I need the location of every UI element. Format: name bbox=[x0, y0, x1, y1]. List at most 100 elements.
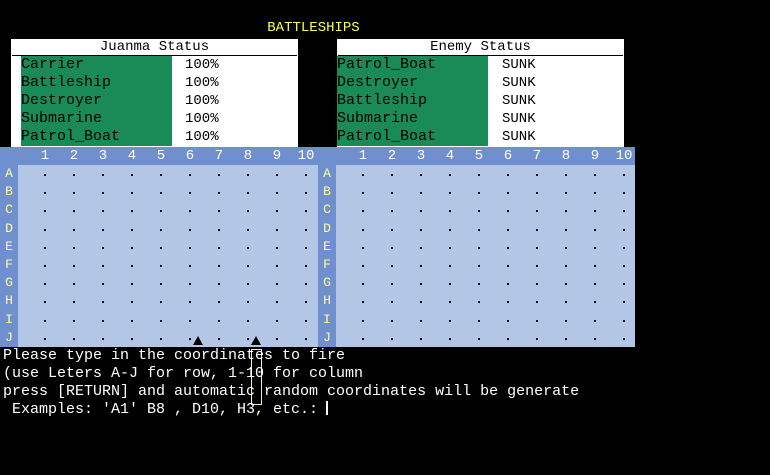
row-label: A bbox=[5, 166, 13, 181]
row-label: C bbox=[323, 202, 331, 218]
column-label: 8 bbox=[243, 148, 253, 164]
grid-cell-dot bbox=[362, 265, 364, 267]
grid-cell-dot bbox=[131, 246, 133, 249]
ship-name: Battleship bbox=[337, 92, 488, 110]
column-label: 7 bbox=[532, 148, 542, 164]
grid-cell-dot bbox=[276, 301, 278, 304]
grid-cell-dot bbox=[131, 301, 133, 304]
column-label: 10 bbox=[297, 148, 315, 164]
grid-cell-dot bbox=[594, 301, 596, 304]
grid-cell-dot bbox=[160, 210, 162, 213]
grid-cell-dot bbox=[73, 301, 75, 304]
row-label: H bbox=[5, 293, 13, 309]
player-ship-row: Patrol_Boat 100% bbox=[11, 128, 298, 146]
player-ship-row: Battleship 100% bbox=[11, 74, 298, 92]
row-label: J bbox=[5, 329, 13, 345]
grid-cell-dot bbox=[189, 337, 191, 340]
grid-cell-dot bbox=[160, 246, 162, 249]
grid-cell-dot bbox=[160, 265, 162, 267]
player-board: 1 2 3 4 5 6 7 8 9 10 ABCDEFGHIJ bbox=[0, 147, 318, 475]
ship-health: SUNK bbox=[502, 57, 536, 73]
row-label: J bbox=[323, 329, 331, 345]
column-label: 9 bbox=[590, 148, 600, 164]
row-label: A bbox=[323, 166, 331, 181]
grid-cell-dot bbox=[218, 192, 220, 195]
grid-cell-dot bbox=[218, 265, 220, 267]
grid-cell-dot bbox=[73, 228, 75, 231]
row-label: D bbox=[323, 220, 331, 236]
grid-cell-dot bbox=[449, 337, 451, 340]
enemy-ship-row: Patrol_Boat SUNK bbox=[337, 128, 624, 146]
grid-cell-dot bbox=[623, 246, 625, 249]
grid-cell-dot bbox=[189, 192, 191, 195]
player-ship-row: Destroyer 100% bbox=[11, 92, 298, 110]
grid-cell-dot bbox=[420, 246, 422, 249]
enemy-ship-row: Destroyer SUNK bbox=[337, 74, 624, 92]
grid-cell-dot bbox=[478, 174, 480, 176]
grid-cell-dot bbox=[189, 265, 191, 267]
grid-cell-dot bbox=[276, 228, 278, 231]
grid-cell-dot bbox=[536, 319, 538, 322]
grid-cell-dot bbox=[536, 301, 538, 304]
row-label: F bbox=[5, 257, 13, 272]
grid-cell-dot bbox=[478, 265, 480, 267]
grid-cell-dot bbox=[623, 210, 625, 213]
grid-cell-dot bbox=[478, 246, 480, 249]
grid-cell-dot bbox=[536, 174, 538, 176]
grid-cell-dot bbox=[160, 301, 162, 304]
grid-cell-dot bbox=[478, 319, 480, 322]
grid-cell-dot bbox=[594, 174, 596, 176]
grid-cell-dot bbox=[189, 210, 191, 213]
grid-cell-dot bbox=[218, 283, 220, 286]
grid-cell-dot bbox=[391, 337, 393, 340]
grid-cell-dot bbox=[247, 210, 249, 213]
grid-cell-dot bbox=[623, 283, 625, 286]
grid-cell-dot bbox=[305, 265, 307, 267]
column-label: 3 bbox=[98, 148, 108, 164]
ship-name: Patrol_Boat bbox=[337, 56, 488, 74]
game-title: BATTLESHIPS bbox=[267, 20, 360, 36]
grid-cell-dot bbox=[391, 228, 393, 231]
grid-cell-dot bbox=[131, 337, 133, 340]
grid-cell-dot bbox=[276, 246, 278, 249]
row-label: B bbox=[5, 184, 13, 200]
grid-cell-dot bbox=[507, 174, 509, 176]
column-header: 1 2 3 4 5 6 7 8 9 10 bbox=[318, 147, 635, 165]
grid-cell-dot bbox=[594, 337, 596, 340]
ship-stern-icon bbox=[50, 443, 60, 452]
grid-cell-dot bbox=[73, 174, 75, 176]
enemy-board[interactable]: 1 2 3 4 5 6 7 8 9 10 ABCDEFGHIJ bbox=[318, 147, 635, 347]
grid-cell-dot bbox=[478, 210, 480, 213]
grid-cell-dot bbox=[536, 265, 538, 267]
grid-cell-dot bbox=[594, 319, 596, 322]
grid-cell-dot bbox=[73, 246, 75, 249]
grid-cell-dot bbox=[218, 210, 220, 213]
console-output: Please type in the coordinates to fire (u… bbox=[3, 347, 579, 419]
ship-name: Battleship bbox=[21, 74, 172, 92]
grid-cell-dot bbox=[449, 210, 451, 213]
grid-cell-dot bbox=[565, 319, 567, 322]
grid-cell-dot bbox=[362, 283, 364, 286]
grid-cell-dot bbox=[478, 301, 480, 304]
grid-cell-dot bbox=[102, 228, 104, 231]
grid-cell-dot bbox=[102, 337, 104, 340]
grid-cell-dot bbox=[102, 246, 104, 249]
grid-cell-dot bbox=[218, 174, 220, 176]
enemy-status-header: Enemy Status bbox=[338, 39, 623, 56]
grid-cell-dot bbox=[73, 265, 75, 267]
grid-cell-dot bbox=[449, 228, 451, 231]
enemy-ship-row: Submarine SUNK bbox=[337, 110, 624, 128]
grid-cell-dot bbox=[449, 265, 451, 267]
column-label: 2 bbox=[69, 148, 79, 164]
grid-cell-dot bbox=[189, 246, 191, 249]
grid-cell-dot bbox=[276, 337, 278, 340]
grid-cell-dot bbox=[362, 301, 364, 304]
grid-cell-dot bbox=[218, 228, 220, 231]
text-cursor bbox=[326, 401, 329, 415]
grid-cell-dot bbox=[478, 337, 480, 340]
grid-cell-dot bbox=[449, 246, 451, 249]
grid-cell-dot bbox=[565, 265, 567, 267]
console-prompt[interactable]: Examples: 'A1' B8 , D10, H3, etc.: bbox=[3, 401, 579, 419]
grid-cell-dot bbox=[73, 192, 75, 195]
grid-cell-dot bbox=[565, 337, 567, 340]
